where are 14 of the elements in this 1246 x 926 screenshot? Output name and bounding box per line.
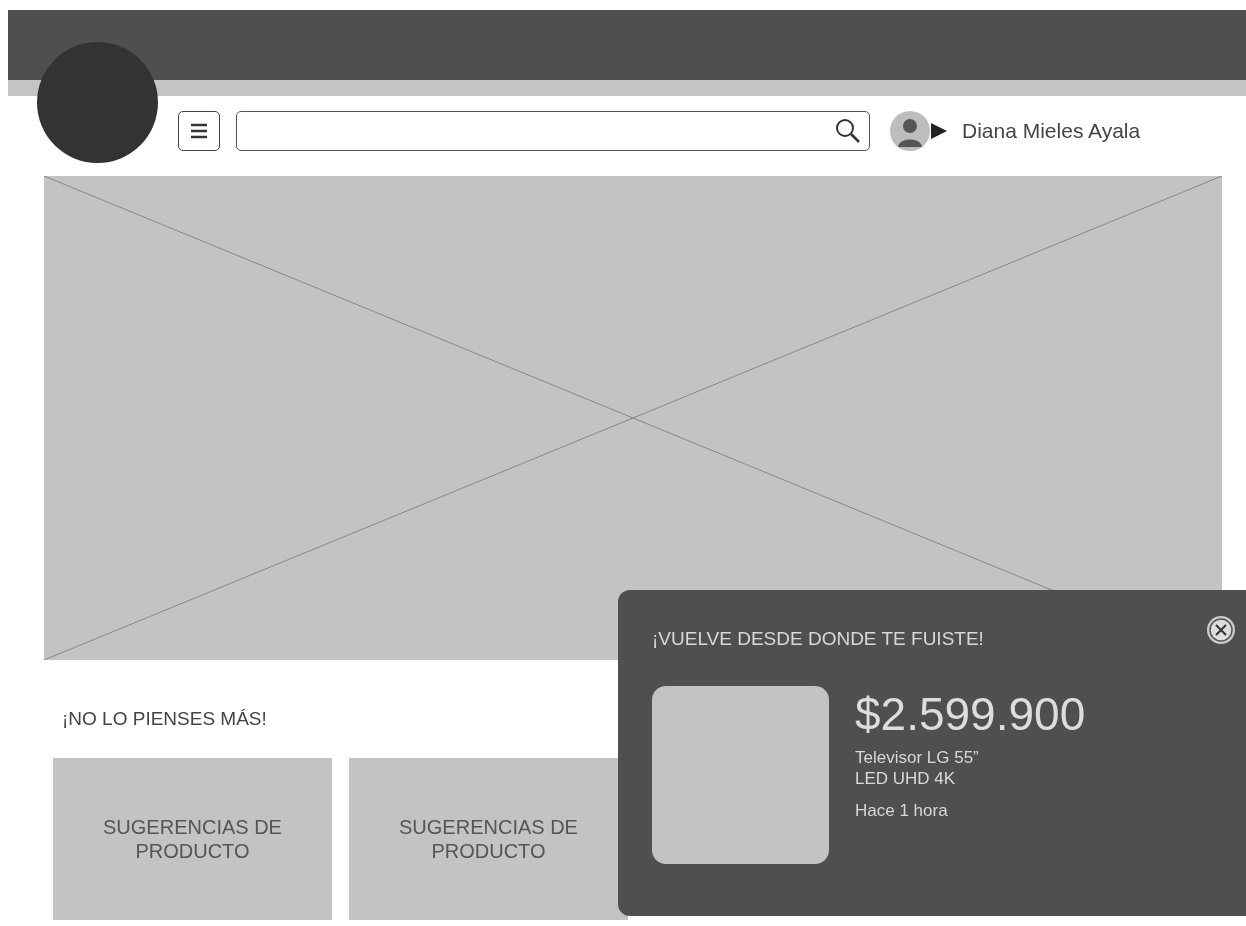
product-card[interactable]: SUGERENCIAS DE PRODUCTO <box>349 758 628 920</box>
product-price: $2.599.900 <box>855 688 1086 741</box>
viewed-time: Hace 1 hora <box>855 801 949 822</box>
menu-button[interactable] <box>178 111 220 151</box>
product-description: Televisor LG 55” LED UHD 4K <box>855 746 980 790</box>
section-title: ¡NO LO PIENSES MÁS! <box>62 708 267 731</box>
close-icon[interactable] <box>1206 615 1236 645</box>
product-card[interactable]: SUGERENCIAS DE PRODUCTO <box>53 758 332 920</box>
popup-title: ¡VUELVE DESDE DONDE TE FUISTE! <box>652 628 984 650</box>
caret-icon[interactable] <box>930 122 948 140</box>
user-name[interactable]: Diana Mieles Ayala <box>962 119 1141 143</box>
search-icon[interactable] <box>835 118 861 144</box>
search-field[interactable] <box>236 111 870 151</box>
avatar-icon[interactable] <box>890 111 930 151</box>
